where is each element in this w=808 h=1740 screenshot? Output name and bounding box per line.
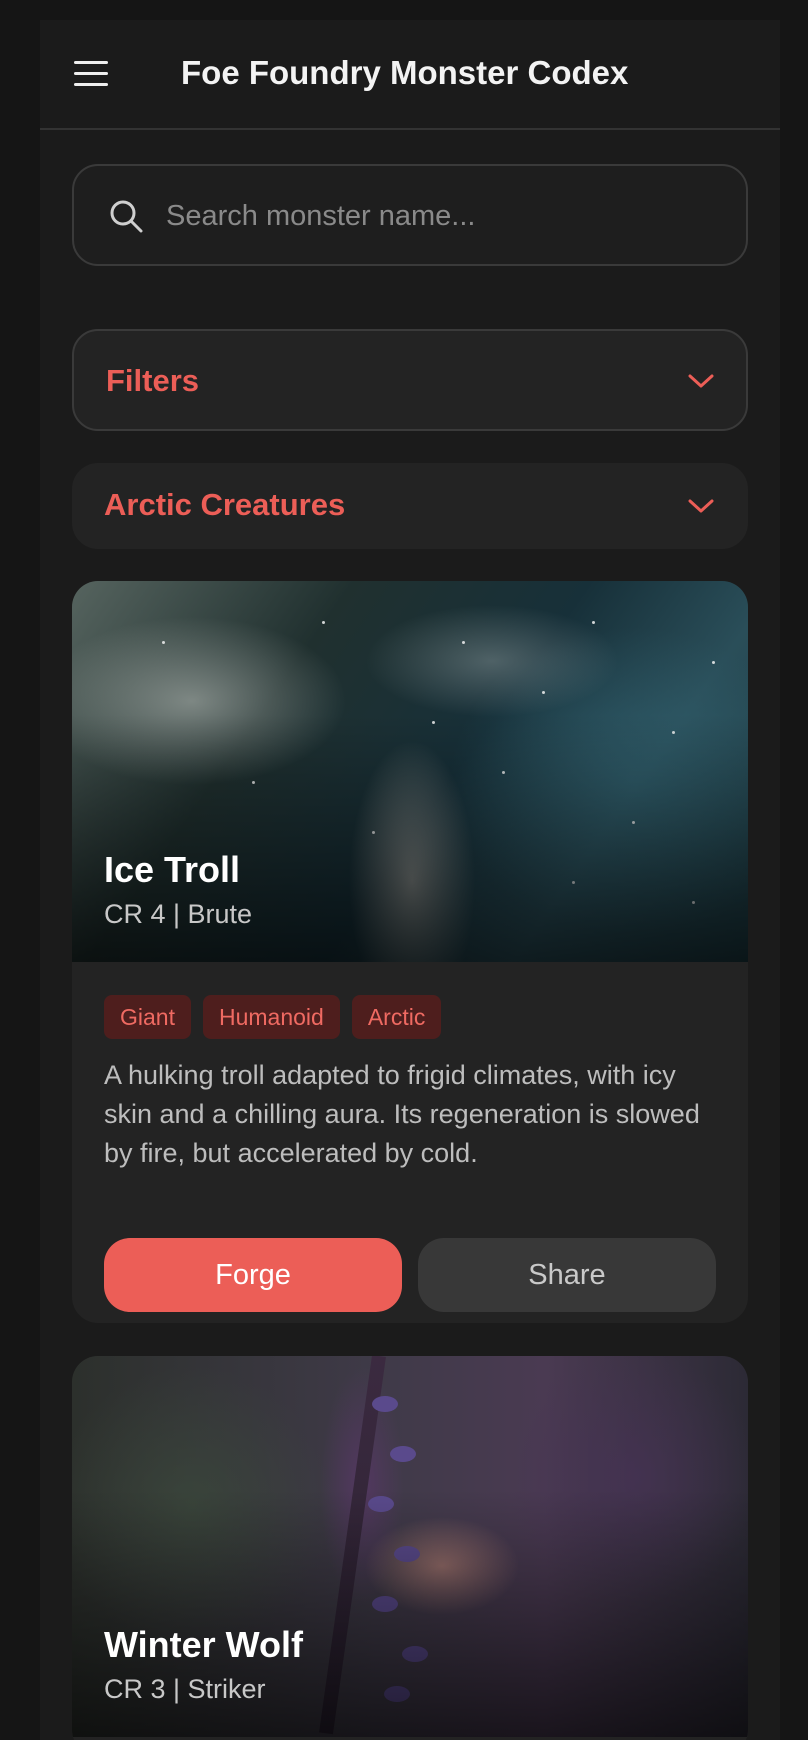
search-icon xyxy=(110,200,143,233)
app-container: Foe Foundry Monster Codex Filters Arctic… xyxy=(40,20,780,1740)
monster-name: Winter Wolf xyxy=(104,1624,303,1665)
tag-humanoid: Humanoid xyxy=(202,995,340,1039)
app-title: Foe Foundry Monster Codex xyxy=(181,54,629,91)
monster-image: Ice Troll CR 4 | Brute xyxy=(72,581,748,962)
search-input[interactable] xyxy=(164,184,728,248)
monster-card: Winter Wolf CR 3 | Striker xyxy=(72,1356,748,1740)
monster-name: Ice Troll xyxy=(104,849,241,890)
monster-meta: CR 3 | Striker xyxy=(104,1674,266,1704)
category-accordion-arctic[interactable]: Arctic Creatures xyxy=(72,463,748,549)
monster-meta: CR 4 | Brute xyxy=(104,899,253,929)
monster-card: Ice Troll CR 4 | Brute Giant Humanoid Arct… xyxy=(72,581,748,1323)
search-bar[interactable] xyxy=(72,164,748,266)
category-label: Arctic Creatures xyxy=(104,487,346,522)
chevron-down-icon xyxy=(688,499,714,513)
tag-list: Giant Humanoid Arctic xyxy=(104,995,453,1039)
forge-button[interactable]: Forge xyxy=(104,1238,402,1312)
tag-giant: Giant xyxy=(104,995,191,1039)
monster-image: Winter Wolf CR 3 | Striker xyxy=(72,1356,748,1737)
app-header: Foe Foundry Monster Codex xyxy=(40,20,780,130)
filters-dropdown[interactable]: Filters xyxy=(72,329,748,431)
filters-label: Filters xyxy=(106,363,200,398)
share-button[interactable]: Share xyxy=(418,1238,716,1312)
chevron-down-icon xyxy=(688,374,714,388)
hamburger-menu-icon[interactable] xyxy=(72,56,112,90)
monster-description: A hulking troll adapted to frigid climat… xyxy=(104,1060,700,1168)
tag-arctic: Arctic xyxy=(351,995,442,1039)
